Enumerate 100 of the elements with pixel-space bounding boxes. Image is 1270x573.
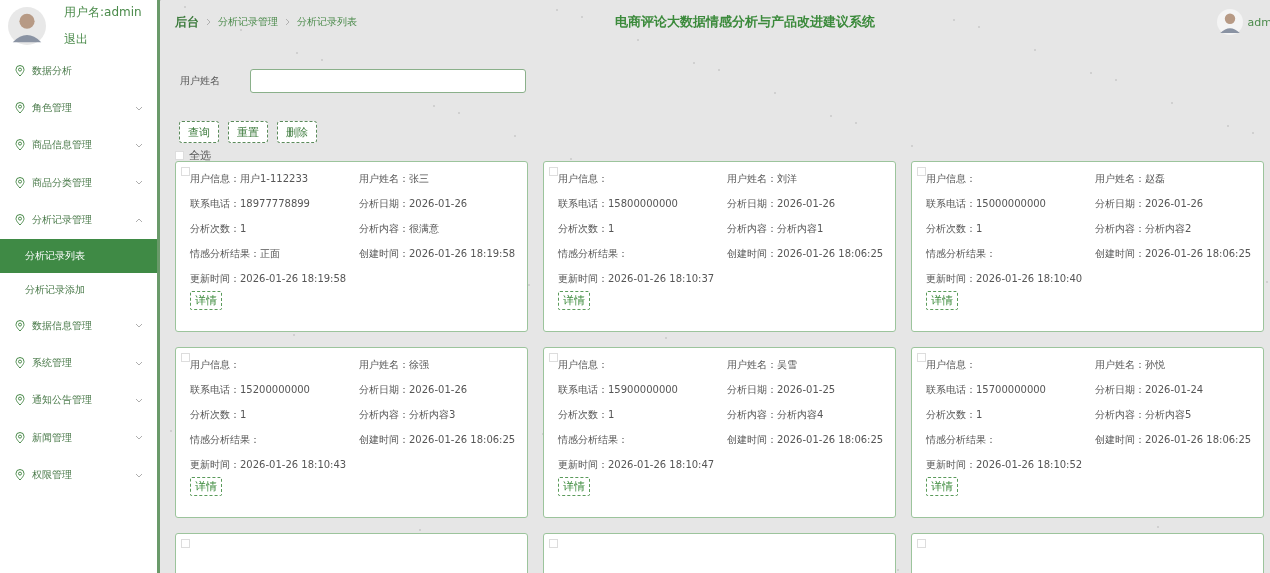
action-button[interactable]: 删除 bbox=[277, 121, 317, 143]
detail-button[interactable]: 详情 bbox=[190, 291, 222, 310]
search-field[interactable] bbox=[250, 69, 526, 93]
record-field: 分析日期：2026-01-25 bbox=[727, 383, 884, 397]
chevron-right-icon bbox=[285, 18, 290, 26]
menu-item[interactable]: 通知公告管理 bbox=[0, 381, 157, 420]
record-field: 分析内容：分析内容5 bbox=[1095, 408, 1252, 422]
record-field: 分析日期：2026-01-26 bbox=[359, 383, 516, 397]
system-title: 电商评论大数据情感分析与产品改进建议系统 bbox=[615, 13, 876, 31]
menu-item[interactable]: 角色管理 bbox=[0, 89, 157, 127]
record-field: 分析内容：分析内容1 bbox=[727, 222, 884, 236]
location-pin-icon bbox=[15, 394, 25, 407]
record-field: 分析次数：1 bbox=[926, 408, 1095, 422]
detail-button[interactable]: 详情 bbox=[926, 291, 958, 310]
menu-item[interactable]: 商品分类管理 bbox=[0, 164, 157, 202]
record-field: 分析次数：1 bbox=[558, 408, 727, 422]
record-field: 创建时间：2026-01-26 18:06:25 bbox=[1095, 247, 1252, 261]
detail-button[interactable]: 详情 bbox=[558, 291, 590, 310]
menu-item[interactable]: 商品信息管理 bbox=[0, 126, 157, 165]
record-field: 创建时间：2026-01-26 18:06:25 bbox=[727, 247, 884, 261]
username: 用户名:admin bbox=[64, 4, 142, 21]
record-field: 更新时间：2026-01-26 18:10:43 bbox=[190, 458, 359, 472]
record-field: 情感分析结果： bbox=[926, 433, 1095, 447]
record-field: 情感分析结果： bbox=[558, 247, 727, 261]
record-field: 创建时间：2026-01-26 18:06:25 bbox=[727, 433, 884, 447]
menu-item[interactable]: 分析记录管理 bbox=[0, 201, 157, 239]
detail-button[interactable]: 详情 bbox=[558, 477, 590, 496]
location-pin-icon bbox=[15, 64, 25, 77]
menu-item[interactable]: 数据分析 bbox=[0, 52, 157, 90]
checkbox[interactable] bbox=[549, 539, 558, 548]
record-field: 联系电话：15900000000 bbox=[558, 383, 727, 397]
record-field: 创建时间：2026-01-26 18:06:25 bbox=[359, 433, 516, 447]
submenu-item[interactable]: 分析记录添加 bbox=[0, 272, 157, 307]
checkbox[interactable] bbox=[181, 539, 190, 548]
record-field: 更新时间：2026-01-26 18:10:52 bbox=[926, 458, 1095, 472]
location-pin-icon bbox=[15, 139, 25, 152]
checkbox[interactable] bbox=[181, 353, 190, 362]
record-field: 联系电话：18977778899 bbox=[190, 197, 359, 211]
record-field: 分析日期：2026-01-26 bbox=[727, 197, 884, 211]
record-field: 分析日期：2026-01-24 bbox=[1095, 383, 1252, 397]
breadcrumb-link[interactable]: 分析记录管理 bbox=[218, 15, 278, 29]
breadcrumb-link[interactable]: 后台 bbox=[175, 13, 199, 31]
record-field: 更新时间：2026-01-26 18:19:58 bbox=[190, 272, 359, 286]
record-field: 联系电话：15800000000 bbox=[558, 197, 727, 211]
record-field: 分析内容：分析内容4 bbox=[727, 408, 884, 422]
record-field: 分析次数：1 bbox=[190, 408, 359, 422]
record-field: 联系电话：15000000000 bbox=[926, 197, 1095, 211]
select-all-label: 全选 bbox=[189, 147, 211, 163]
checkbox[interactable] bbox=[181, 167, 190, 176]
location-pin-icon bbox=[15, 431, 25, 444]
record-field: 更新时间：2026-01-26 18:10:37 bbox=[558, 272, 727, 286]
checkbox[interactable] bbox=[549, 353, 558, 362]
submenu-item[interactable]: 分析记录列表 bbox=[0, 238, 157, 273]
record-field: 用户信息： bbox=[926, 358, 1095, 372]
avatar bbox=[8, 7, 46, 45]
checkbox[interactable] bbox=[549, 167, 558, 176]
detail-button[interactable]: 详情 bbox=[926, 477, 958, 496]
record-field: 分析次数：1 bbox=[926, 222, 1095, 236]
location-pin-icon bbox=[15, 214, 25, 227]
location-pin-icon bbox=[15, 357, 25, 370]
checkbox[interactable] bbox=[917, 539, 926, 548]
record-field: 情感分析结果： bbox=[926, 247, 1095, 261]
breadcrumb-link[interactable]: 分析记录列表 bbox=[297, 15, 357, 29]
action-button[interactable]: 查询 bbox=[179, 121, 219, 143]
record-field: 分析次数：1 bbox=[558, 222, 727, 236]
record-field: 用户姓名：刘洋 bbox=[727, 172, 884, 186]
checkbox[interactable] bbox=[917, 167, 926, 176]
menu-item[interactable]: 新闻管理 bbox=[0, 419, 157, 457]
location-pin-icon bbox=[15, 319, 25, 332]
location-pin-icon bbox=[15, 102, 25, 115]
record-field: 情感分析结果： bbox=[190, 433, 359, 447]
record-field: 情感分析结果：正面 bbox=[190, 247, 359, 261]
record-field: 用户信息：用户1-112233 bbox=[190, 172, 359, 186]
chevron-right-icon bbox=[206, 18, 211, 26]
menu-item[interactable]: 系统管理 bbox=[0, 344, 157, 382]
record-field: 创建时间：2026-01-26 18:06:25 bbox=[1095, 433, 1252, 447]
record-field: 分析内容：分析内容3 bbox=[359, 408, 516, 422]
menu-item[interactable]: 数据信息管理 bbox=[0, 306, 157, 345]
logout-link[interactable]: 退出 bbox=[64, 31, 142, 48]
record-field: 分析次数：1 bbox=[190, 222, 359, 236]
record-field: 用户姓名：吴雪 bbox=[727, 358, 884, 372]
checkbox[interactable] bbox=[175, 150, 184, 160]
record-field: 分析日期：2026-01-26 bbox=[1095, 197, 1252, 211]
record-field: 联系电话：15700000000 bbox=[926, 383, 1095, 397]
record-field: 分析日期：2026-01-26 bbox=[359, 197, 516, 211]
checkbox[interactable] bbox=[917, 353, 926, 362]
record-field: 用户信息： bbox=[558, 172, 727, 186]
detail-button[interactable]: 详情 bbox=[190, 477, 222, 496]
menu-item[interactable]: 权限管理 bbox=[0, 456, 157, 494]
record-field: 更新时间：2026-01-26 18:10:40 bbox=[926, 272, 1095, 286]
record-field: 用户信息： bbox=[558, 358, 727, 372]
action-button[interactable]: 重置 bbox=[228, 121, 268, 143]
record-field: 用户信息： bbox=[190, 358, 359, 372]
record-field: 更新时间：2026-01-26 18:10:47 bbox=[558, 458, 727, 472]
search-label: 用户姓名 bbox=[180, 74, 220, 88]
avatar bbox=[1216, 9, 1243, 35]
record-field: 分析内容：分析内容2 bbox=[1095, 222, 1252, 236]
record-field: 用户信息： bbox=[926, 172, 1095, 186]
record-field: 用户姓名：孙悦 bbox=[1095, 358, 1252, 372]
record-field: 用户姓名：赵磊 bbox=[1095, 172, 1252, 186]
